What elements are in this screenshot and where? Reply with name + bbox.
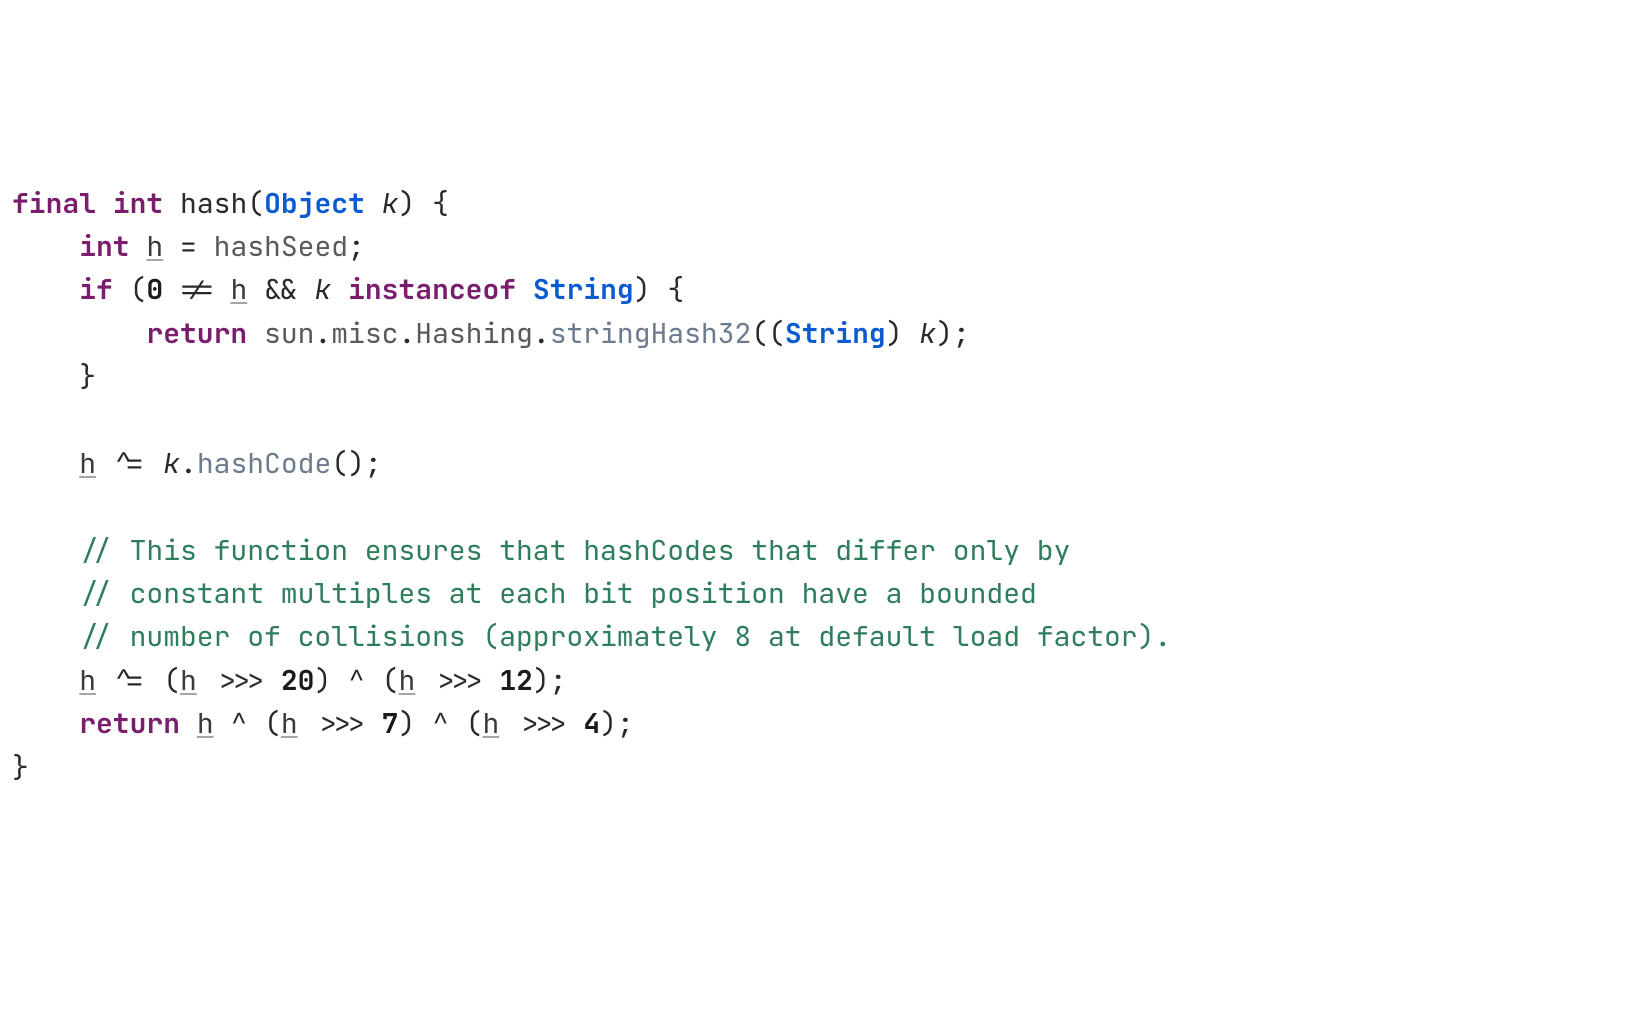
indent (12, 228, 79, 265)
lparen: ( (247, 185, 264, 222)
var-h: h (230, 271, 247, 308)
num-12: 12 (499, 662, 533, 699)
op-xor-eq: ^= (96, 445, 163, 482)
kw-int: int (113, 185, 163, 222)
op-and: && (247, 271, 314, 308)
comment-3: // number of collisions (approximately 8… (79, 618, 1171, 655)
op-xor-eq-lparen: ^= ( (96, 662, 180, 699)
rbrace: } (12, 749, 29, 786)
kw-return: return (79, 705, 180, 742)
var-h: h (79, 445, 96, 482)
line-11: // number of collisions (approximately 8… (12, 618, 1171, 655)
cls-hashing: Hashing (415, 315, 533, 352)
op-shift: >>> (197, 662, 281, 699)
comment-1: // This function ensures that hashCodes … (79, 532, 1070, 569)
rparen-sp: ) (886, 315, 920, 352)
semi: ; (348, 228, 365, 265)
type-object: Object (264, 185, 365, 222)
indent (12, 358, 79, 395)
comment-2: // constant multiples at each bit positi… (79, 575, 1037, 612)
param-k: k (314, 271, 331, 308)
type-string: String (785, 315, 886, 352)
op-mid: ) ^ ( (398, 705, 482, 742)
parens-semi: (); (331, 445, 381, 482)
sp (331, 271, 348, 308)
dot: . (533, 315, 550, 352)
sp (247, 315, 264, 352)
dot: . (314, 315, 331, 352)
var-h: h (281, 705, 298, 742)
type-string: String (533, 271, 634, 308)
indent (12, 618, 79, 655)
line-5: } (12, 358, 96, 395)
var-h: h (483, 705, 500, 742)
param-k: k (382, 185, 399, 222)
line-12: h ^= (h >>> 20) ^ (h >>> 12); (12, 662, 567, 699)
indent (12, 445, 79, 482)
indent (12, 271, 79, 308)
line-3: if (0 != h && k instanceof String) { (12, 271, 684, 308)
line-10: // constant multiples at each bit positi… (12, 575, 1037, 612)
line-1: final int hash(Object k) { (12, 185, 449, 222)
lparen: ( (113, 271, 147, 308)
indent (12, 315, 146, 352)
end: ); (533, 662, 567, 699)
method-stringhash32: stringHash32 (550, 315, 752, 352)
rbrace: } (79, 358, 96, 395)
var-h: h (180, 662, 197, 699)
ident-hashseed: hashSeed (214, 228, 348, 265)
num-0: 0 (146, 271, 163, 308)
op-shift: >>> (415, 662, 499, 699)
num-4: 4 (583, 705, 600, 742)
var-h: h (79, 662, 96, 699)
op-shift: >>> (298, 705, 382, 742)
op-shift: >>> (499, 705, 583, 742)
var-h: h (197, 705, 214, 742)
kw-final: final (12, 185, 96, 222)
param-k: k (163, 445, 180, 482)
rparen-brace: ) { (399, 185, 449, 222)
end: ); (600, 705, 634, 742)
line-7: h ^= k.hashCode(); (12, 445, 382, 482)
line-9: // This function ensures that hashCodes … (12, 532, 1070, 569)
line-4: return sun.misc.Hashing.stringHash32((St… (12, 315, 970, 352)
lparen: (( (751, 315, 785, 352)
op-mid: ) ^ ( (314, 662, 398, 699)
op-neq: != (163, 271, 230, 308)
param-k: k (919, 315, 936, 352)
fn-name: hash (180, 185, 247, 222)
indent (12, 575, 79, 612)
sp (516, 271, 533, 308)
line-2: int h = hashSeed; (12, 228, 365, 265)
code-snippet: final int hash(Object k) { int h = hashS… (12, 182, 1630, 789)
pkg-misc: misc (331, 315, 398, 352)
method-hashcode: hashCode (197, 445, 331, 482)
op-mid: ^ ( (214, 705, 281, 742)
rparen-brace: ) { (634, 271, 684, 308)
line-13: return h ^ (h >>> 7) ^ (h >>> 4); (12, 705, 634, 742)
kw-instanceof: instanceof (348, 271, 516, 308)
dot: . (398, 315, 415, 352)
dot: . (180, 445, 197, 482)
num-7: 7 (382, 705, 399, 742)
pkg-sun: sun (264, 315, 314, 352)
eq: = (163, 228, 213, 265)
rparen-semi: ); (936, 315, 970, 352)
indent (12, 705, 79, 742)
kw-int: int (79, 228, 129, 265)
indent (12, 532, 79, 569)
var-h: h (398, 662, 415, 699)
indent (12, 662, 79, 699)
var-h: h (146, 228, 163, 265)
kw-return: return (146, 315, 247, 352)
num-20: 20 (281, 662, 315, 699)
sp (180, 705, 197, 742)
kw-if: if (79, 271, 113, 308)
line-14: } (12, 749, 29, 786)
